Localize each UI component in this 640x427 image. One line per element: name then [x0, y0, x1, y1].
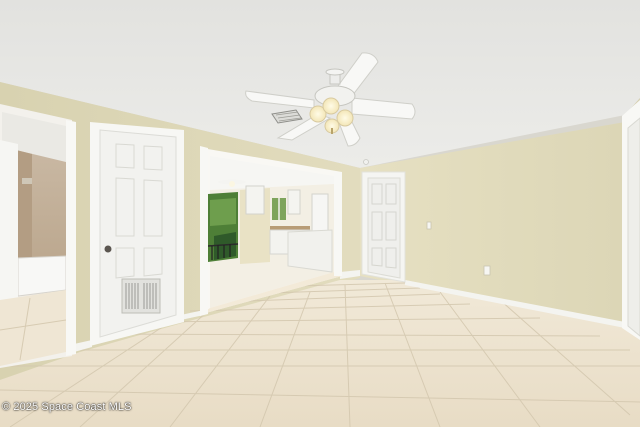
wall-outlet [483, 265, 491, 276]
closet-door[interactable] [90, 122, 184, 346]
light-switch[interactable] [426, 221, 432, 230]
listing-photo-living-room: © 2025 Space Coast MLS [0, 0, 640, 427]
kitchen-counter [270, 226, 310, 230]
mls-watermark: © 2025 Space Coast MLS [2, 401, 132, 413]
bathroom-opening [0, 104, 76, 368]
upper-cabinet [245, 185, 265, 215]
refrigerator [311, 193, 329, 233]
hallway-door[interactable] [361, 171, 406, 283]
kitchen-peninsula [287, 229, 333, 273]
smoke-detector-icon [363, 159, 369, 165]
room-illustration [0, 0, 640, 427]
partial-door-right[interactable] [622, 100, 640, 340]
